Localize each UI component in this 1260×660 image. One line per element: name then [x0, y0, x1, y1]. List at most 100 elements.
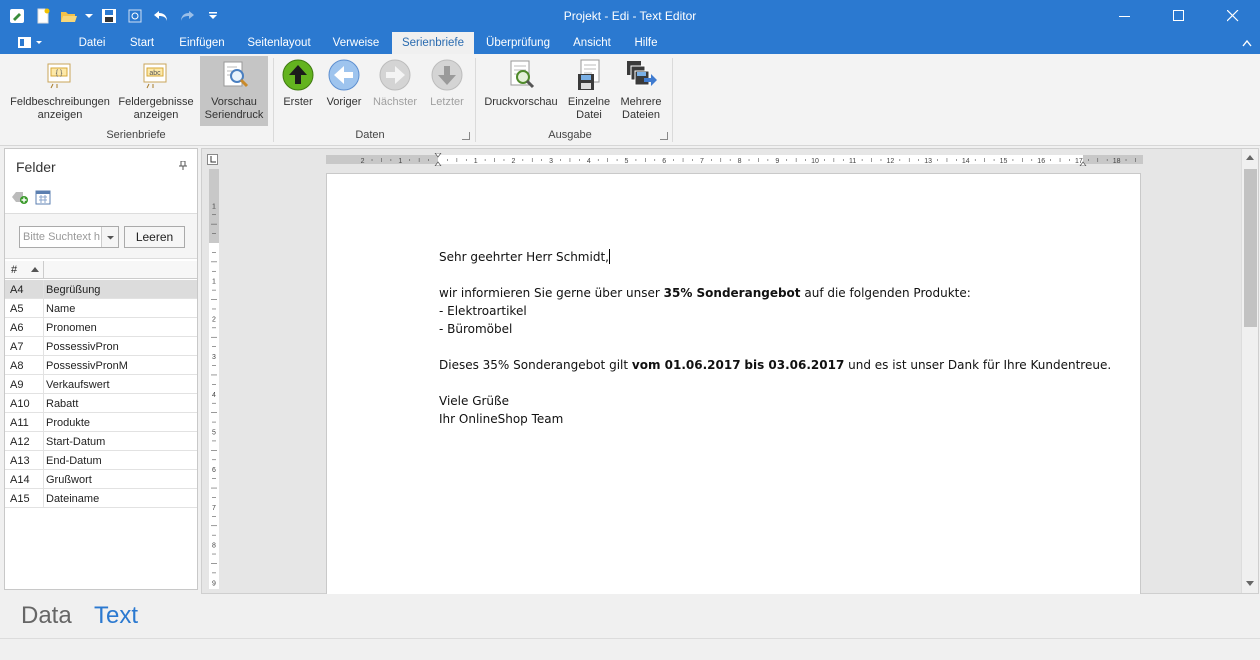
search-dropdown-button[interactable]: [101, 227, 118, 247]
group-separator: [475, 58, 476, 142]
scroll-up-icon[interactable]: [1246, 155, 1254, 160]
fields-panel: Felder Bitte Suchtext h Leeren # A4 Begrü…: [4, 148, 198, 590]
validity-end: und es ist unser Dank für Ihre Kundentre…: [844, 358, 1112, 372]
scroll-thumb[interactable]: [1244, 169, 1257, 327]
tab-seitenlayout[interactable]: Seitenlayout: [240, 32, 318, 54]
clear-button[interactable]: Leeren: [124, 226, 185, 248]
add-field-icon[interactable]: [11, 189, 29, 208]
single-file-button[interactable]: Einzelne Datei: [562, 56, 616, 126]
svg-text:6: 6: [212, 467, 216, 474]
table-row[interactable]: A8 PossessivPronM: [5, 356, 197, 375]
tab-hilfe[interactable]: Hilfe: [628, 32, 664, 54]
svg-text:1: 1: [474, 158, 478, 165]
tab-stop-selector[interactable]: [207, 154, 218, 165]
table-row[interactable]: A4 Begrüßung: [5, 280, 197, 299]
svg-text:16: 16: [1037, 158, 1045, 165]
window-title: Projekt - Edi - Text Editor: [563, 9, 697, 23]
validity-text: Dieses 35% Sonderangebot gilt: [439, 358, 632, 372]
field-name: Name: [46, 303, 76, 315]
pin-icon[interactable]: [179, 160, 187, 170]
multiple-files-button[interactable]: Mehrere Dateien: [618, 56, 664, 126]
field-code: A7: [10, 341, 24, 353]
show-field-results-button[interactable]: abc Feldergebnisse anzeigen: [116, 56, 196, 126]
print-preview-button[interactable]: Druckvorschau: [482, 56, 560, 126]
table-row[interactable]: A11 Produkte: [5, 413, 197, 432]
field-code: A5: [10, 303, 24, 315]
start-date-bold: vom 01.06.2017: [631, 358, 741, 372]
field-code: A9: [10, 379, 24, 391]
tab-serienbriefe[interactable]: Serienbriefe: [392, 32, 474, 54]
last-record-label: Letzter: [430, 96, 464, 108]
fields-table-header: #: [5, 261, 197, 279]
show-field-codes-button[interactable]: { } Feldbeschreibungen anzeigen: [6, 56, 114, 126]
field-code: A8: [10, 360, 24, 372]
arrow-up-icon: [281, 58, 315, 92]
previous-record-label: Voriger: [326, 96, 362, 108]
last-record-button[interactable]: Letzter: [424, 56, 470, 126]
calendar-icon[interactable]: [35, 189, 51, 208]
column-header-number[interactable]: #: [11, 264, 17, 276]
svg-text:abc: abc: [149, 70, 161, 77]
vertical-scrollbar[interactable]: [1241, 149, 1258, 593]
tab-ansicht[interactable]: Ansicht: [566, 32, 618, 54]
magnifier-document-icon: [217, 58, 251, 92]
field-name: PossessivPronM: [46, 360, 128, 372]
document-text[interactable]: Sehr geehrter Herr Schmidt, wir informie…: [439, 248, 1119, 428]
print-preview-icon: [504, 58, 538, 92]
view-switcher: Data Text: [0, 594, 1260, 638]
table-row[interactable]: A10 Rabatt: [5, 394, 197, 413]
tab-text[interactable]: Text: [94, 602, 138, 630]
tab-ueberpruefung[interactable]: Überprüfung: [480, 32, 556, 54]
tab-einfuegen[interactable]: Einfügen: [172, 32, 232, 54]
close-button[interactable]: [1206, 0, 1260, 32]
table-row[interactable]: A9 Verkaufswert: [5, 375, 197, 394]
tab-start[interactable]: Start: [120, 32, 164, 54]
table-row[interactable]: A7 PossessivPron: [5, 337, 197, 356]
preview-mail-merge-label: Vorschau Seriendruck: [204, 96, 264, 121]
svg-text:2: 2: [212, 316, 216, 323]
svg-text:1: 1: [212, 203, 216, 210]
table-row[interactable]: A14 Grußwort: [5, 470, 197, 489]
svg-text:18: 18: [1113, 158, 1121, 165]
tab-verweise[interactable]: Verweise: [326, 32, 386, 54]
table-row[interactable]: A5 Name: [5, 299, 197, 318]
maximize-button[interactable]: [1152, 0, 1206, 32]
group-label-ausgabe: Ausgabe: [548, 129, 592, 141]
next-record-label: Nächster: [372, 96, 418, 108]
collapse-ribbon-icon[interactable]: [1242, 38, 1252, 50]
field-codes-icon: { }: [43, 58, 77, 92]
save-multiple-files-icon: [624, 58, 658, 92]
daten-dialog-launcher-icon[interactable]: [462, 132, 470, 140]
first-record-label: Erster: [283, 96, 313, 108]
svg-text:11: 11: [849, 158, 856, 165]
ribbon-tabs: Datei Start Einfügen Seitenlayout Verwei…: [0, 32, 1260, 54]
table-row[interactable]: A13 End-Datum: [5, 451, 197, 470]
minimize-button[interactable]: [1098, 0, 1152, 32]
previous-record-button[interactable]: Voriger: [322, 56, 366, 126]
first-record-button[interactable]: Erster: [278, 56, 318, 126]
field-search-input[interactable]: Bitte Suchtext h: [19, 226, 119, 248]
ausgabe-dialog-launcher-icon[interactable]: [660, 132, 668, 140]
field-code: A12: [10, 436, 30, 448]
table-row[interactable]: A6 Pronomen: [5, 318, 197, 337]
scroll-down-icon[interactable]: [1246, 581, 1254, 586]
preview-mail-merge-button[interactable]: Vorschau Seriendruck: [200, 56, 268, 126]
next-record-button[interactable]: Nächster: [370, 56, 420, 126]
tab-data[interactable]: Data: [21, 602, 72, 630]
file-menu-button[interactable]: [13, 35, 47, 51]
svg-text:7: 7: [700, 158, 704, 165]
svg-text:7: 7: [212, 505, 216, 512]
svg-text:12: 12: [887, 158, 895, 165]
document-page[interactable]: Sehr geehrter Herr Schmidt, wir informie…: [326, 173, 1141, 595]
table-row[interactable]: A12 Start-Datum: [5, 432, 197, 451]
horizontal-ruler[interactable]: 2 1 1 2 3 4 5 6 7 8 9 10 11 12 13 14 15 16 17 18: [326, 153, 1143, 166]
group-label-serienbriefe: Serienbriefe: [106, 129, 166, 141]
table-row[interactable]: A15 Dateiname: [5, 489, 197, 508]
group-separator: [273, 58, 274, 142]
field-search-row: Bitte Suchtext h Leeren: [5, 213, 197, 259]
tab-datei[interactable]: Datei: [70, 32, 114, 54]
svg-text:2: 2: [511, 158, 515, 165]
vertical-ruler[interactable]: 1 1 2 3 4 5 6 7 8 9: [209, 169, 219, 589]
svg-text:10: 10: [811, 158, 819, 165]
field-name: Pronomen: [46, 322, 97, 334]
